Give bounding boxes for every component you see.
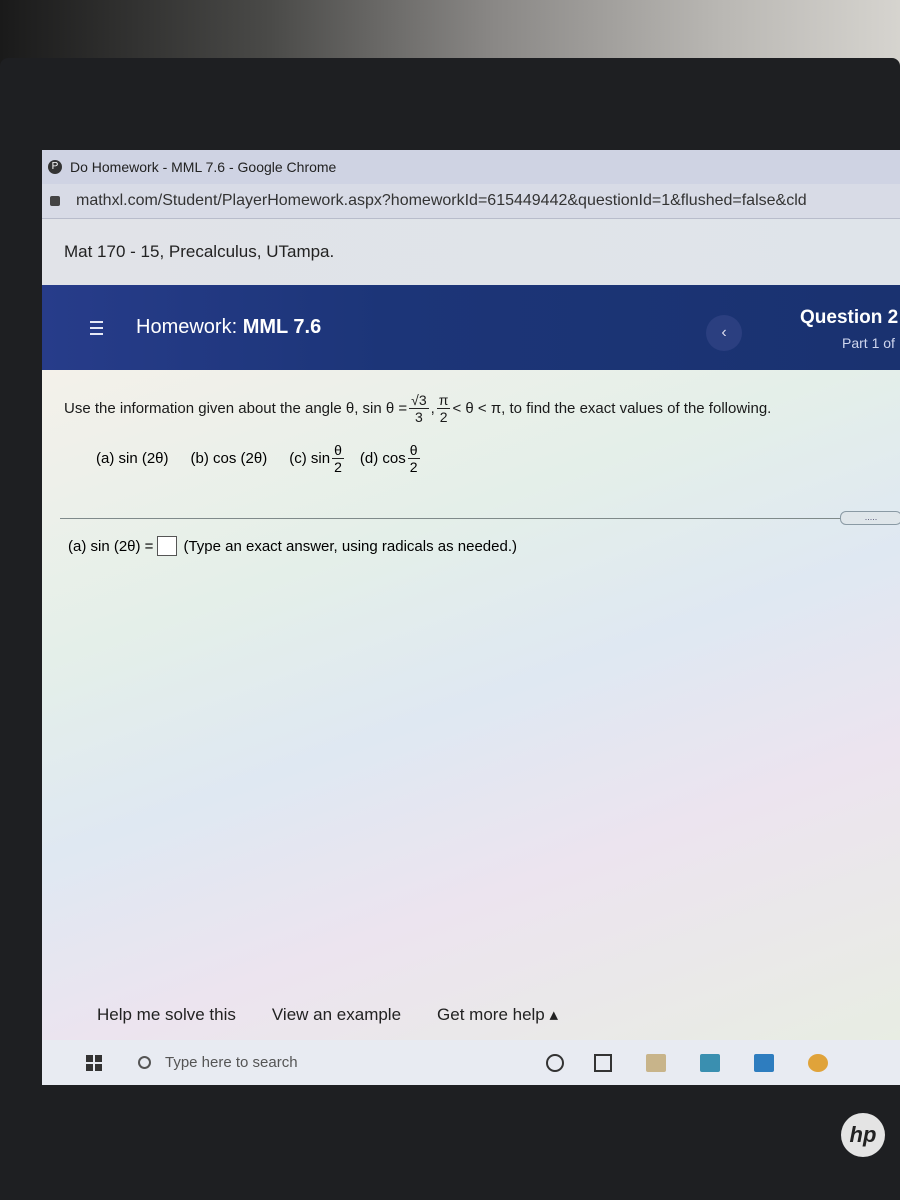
course-title: Mat 170 - 15, Precalculus, UTampa. xyxy=(64,242,335,261)
part-c: (c) sin θ 2 xyxy=(289,442,346,475)
homework-label: Homework: xyxy=(136,316,238,338)
chrome-icon[interactable] xyxy=(808,1053,828,1072)
homework-bar: Homework: MML 7.6 ‹ Question 2 Part 1 of xyxy=(42,285,900,371)
photos-app-icon[interactable] xyxy=(700,1053,720,1072)
part-d-label: (d) cos xyxy=(359,450,406,467)
prompt-range: < θ < π, to find the exact values of the… xyxy=(452,400,772,417)
help-bar: Help me solve this View an example Get m… xyxy=(42,990,900,1040)
fraction-numerator: θ xyxy=(407,442,420,459)
sin-fraction: √3 3 xyxy=(409,392,429,425)
answer-row: (a) sin (2θ) = (Type an exact answer, us… xyxy=(68,536,517,556)
windows-taskbar: Type here to search xyxy=(42,1040,900,1085)
fraction-numerator: θ xyxy=(332,442,344,459)
previous-question-button[interactable]: ‹ xyxy=(706,315,742,351)
hp-logo: hp xyxy=(841,1113,885,1157)
cortana-icon[interactable] xyxy=(546,1053,564,1072)
part-c-label: (c) sin xyxy=(289,450,331,467)
pearson-favicon-icon: P xyxy=(48,160,62,174)
fraction-denominator: 2 xyxy=(334,459,342,475)
lock-icon xyxy=(50,196,60,206)
menu-icon[interactable] xyxy=(90,321,103,339)
divider xyxy=(60,518,840,519)
task-view-icon[interactable] xyxy=(594,1053,612,1072)
file-explorer-icon[interactable] xyxy=(646,1053,666,1072)
pi-fraction: π2 xyxy=(436,392,451,425)
question-area: Use the information given about the angl… xyxy=(42,370,900,1040)
fraction-denominator: 2 xyxy=(409,459,418,475)
part-d: (d) cos θ 2 xyxy=(360,442,422,475)
question-parts: (a) sin (2θ) (b) cos (2θ) (c) sin θ 2 (d) … xyxy=(96,442,422,475)
answer-hint: (Type an exact answer, using radicals as… xyxy=(183,537,517,555)
browser-title-bar: P Do Homework - MML 7.6 - Google Chrome xyxy=(42,150,900,184)
get-more-help-button[interactable]: Get more help ▴ xyxy=(437,1005,558,1025)
homework-name: MML 7.6 xyxy=(242,316,322,338)
fraction-denominator: 3 xyxy=(414,409,423,425)
fraction-numerator: π xyxy=(436,392,451,409)
question-number: Question 2 xyxy=(800,307,899,328)
part-indicator: Part 1 of xyxy=(842,335,895,351)
laptop-screen: P Do Homework - MML 7.6 - Google Chrome … xyxy=(42,150,900,1085)
homework-title: Homework: MML 7.6 xyxy=(136,316,321,339)
separator: , xyxy=(430,400,435,417)
search-icon xyxy=(138,1056,151,1069)
course-header: Mat 170 - 15, Precalculus, UTampa. xyxy=(42,219,900,285)
half-angle-fraction: θ2 xyxy=(407,442,420,475)
taskbar-search[interactable]: Type here to search xyxy=(138,1054,518,1071)
part-b: (b) cos (2θ) xyxy=(190,450,268,467)
help-me-solve-button[interactable]: Help me solve this xyxy=(97,1005,236,1025)
mail-app-icon[interactable] xyxy=(754,1053,774,1072)
answer-label: (a) sin (2θ) = xyxy=(68,537,154,555)
prompt-intro: Use the information given about the angl… xyxy=(64,400,408,417)
search-placeholder: Type here to search xyxy=(165,1054,298,1071)
url-text[interactable]: mathxl.com/Student/PlayerHomework.aspx?h… xyxy=(76,192,807,210)
address-bar[interactable]: mathxl.com/Student/PlayerHomework.aspx?h… xyxy=(42,184,900,219)
fraction-numerator: √3 xyxy=(409,392,429,409)
window-title: Do Homework - MML 7.6 - Google Chrome xyxy=(70,159,337,175)
windows-start-icon[interactable] xyxy=(86,1054,102,1071)
question-prompt: Use the information given about the angl… xyxy=(64,392,771,425)
part-a: (a) sin (2θ) xyxy=(96,450,169,467)
view-example-button[interactable]: View an example xyxy=(272,1005,401,1025)
expand-button[interactable]: ..... xyxy=(840,511,900,525)
answer-input[interactable] xyxy=(157,536,178,556)
half-angle-fraction: θ2 xyxy=(332,442,344,475)
fraction-denominator: 2 xyxy=(439,409,448,425)
